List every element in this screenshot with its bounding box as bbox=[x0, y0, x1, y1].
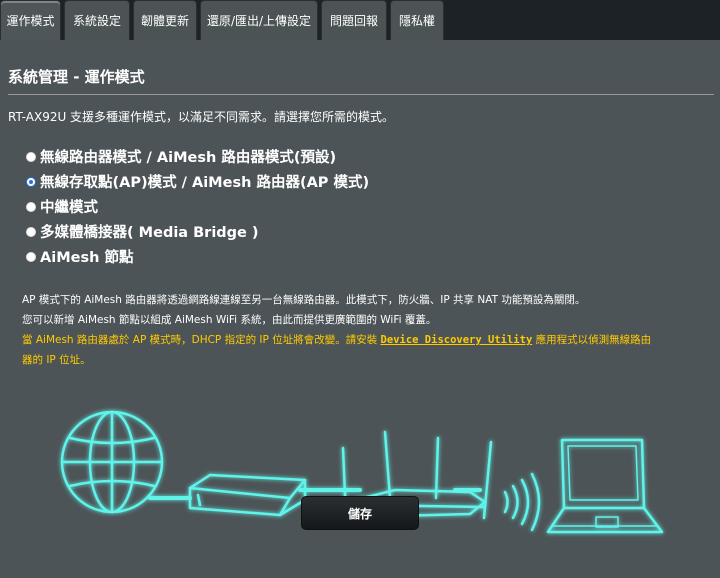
mode-option-aimesh-node[interactable]: AiMesh 節點 bbox=[26, 244, 369, 269]
radio-button-selected[interactable] bbox=[26, 176, 36, 187]
radio-button[interactable] bbox=[26, 251, 36, 262]
mode-label: 無線存取點(AP)模式 / AiMesh 路由器(AP 模式) bbox=[40, 175, 370, 191]
radio-button[interactable] bbox=[26, 201, 36, 212]
mode-label: 多媒體橋接器( Media Bridge ) bbox=[40, 225, 259, 241]
device-discovery-link[interactable]: Device Discovery Utility bbox=[381, 334, 533, 346]
tab-firmware-update[interactable]: 韌體更新 bbox=[133, 0, 197, 40]
wifi-signal-icon bbox=[503, 472, 541, 532]
page-title: 系統管理 - 運作模式 bbox=[8, 68, 145, 86]
mode-option-repeater[interactable]: 中繼模式 bbox=[26, 194, 369, 219]
mode-option-router[interactable]: 無線路由器模式 / AiMesh 路由器模式(預設) bbox=[26, 144, 369, 169]
tab-operation-mode[interactable]: 運作模式 bbox=[0, 0, 61, 40]
title-divider bbox=[8, 94, 714, 95]
mode-info-text: AP 模式下的 AiMesh 路由器將透過網路線連線至另一台無線路由器。此模式下… bbox=[22, 290, 702, 370]
tab-system-settings[interactable]: 系統設定 bbox=[64, 0, 130, 40]
globe-icon bbox=[60, 410, 164, 514]
mode-label: 無線路由器模式 / AiMesh 路由器模式(預設) bbox=[40, 150, 337, 166]
mode-option-access-point[interactable]: 無線存取點(AP)模式 / AiMesh 路由器(AP 模式) bbox=[26, 169, 369, 194]
mode-option-media-bridge[interactable]: 多媒體橋接器( Media Bridge ) bbox=[26, 219, 369, 244]
tab-restore-save-upload[interactable]: 還原/匯出/上傳設定 bbox=[200, 0, 318, 40]
mode-label: AiMesh 節點 bbox=[40, 250, 134, 266]
save-button[interactable]: 儲存 bbox=[301, 496, 419, 530]
info-line-1: AP 模式下的 AiMesh 路由器將透過網路線連線至另一台無線路由器。此模式下… bbox=[22, 294, 586, 306]
info-line-3: 當 AiMesh 路由器處於 AP 模式時，DHCP 指定的 IP 位址將會改變… bbox=[22, 330, 702, 350]
info-line-2: 您可以新增 AiMesh 節點以組成 AiMesh WiFi 系統，由此而提供更… bbox=[22, 314, 437, 326]
tab-bar: 運作模式 系統設定 韌體更新 還原/匯出/上傳設定 問題回報 隱私權 bbox=[0, 0, 720, 40]
main-panel: 系統管理 - 運作模式 RT-AX92U 支援多種運作模式，以滿足不同需求。請選… bbox=[0, 40, 720, 578]
laptop-icon bbox=[546, 438, 664, 534]
mode-radio-group: 無線路由器模式 / AiMesh 路由器模式(預設) 無線存取點(AP)模式 /… bbox=[26, 144, 369, 269]
page-description: RT-AX92U 支援多種運作模式，以滿足不同需求。請選擇您所需的模式。 bbox=[8, 110, 395, 124]
mode-label: 中繼模式 bbox=[40, 200, 98, 216]
info-line-3-pre: 當 AiMesh 路由器處於 AP 模式時，DHCP 指定的 IP 位址將會改變… bbox=[22, 334, 381, 346]
info-line-3-post: 應用程式以偵測無線路由 bbox=[532, 334, 652, 346]
tab-feedback[interactable]: 問題回報 bbox=[321, 0, 387, 40]
radio-button[interactable] bbox=[26, 226, 36, 237]
modem-icon bbox=[188, 473, 307, 517]
tab-privacy[interactable]: 隱私權 bbox=[390, 0, 444, 40]
radio-button[interactable] bbox=[26, 151, 36, 162]
info-line-4: 器的 IP 位址。 bbox=[22, 354, 91, 366]
